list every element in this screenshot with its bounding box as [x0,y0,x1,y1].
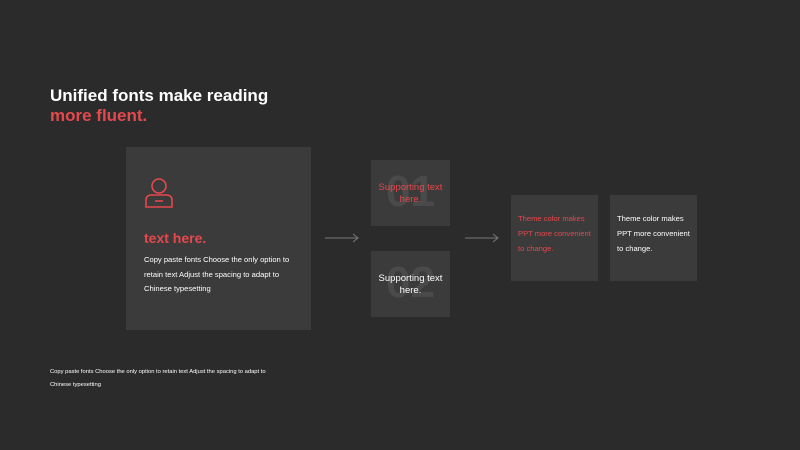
user-icon [145,178,173,208]
arrow-icon [325,233,359,243]
main-card-body: Copy paste fonts Choose the only option … [144,255,290,293]
footer-text: Copy paste fonts Choose the only option … [50,369,266,388]
arrow-icon [465,233,499,243]
supporting-card-2: 02 Supporting text here. [371,251,450,317]
main-card: text here. Copy paste fonts Choose the o… [126,147,311,330]
card-text: Supporting text here. [378,182,443,205]
card-text: Supporting text here. [378,273,443,296]
theme-card-text: Theme color makes PPT more convenient to… [518,214,591,253]
theme-card-1: Theme color makes PPT more convenient to… [511,195,598,281]
theme-card-text: Theme color makes PPT more convenient to… [617,214,690,253]
theme-card-2: Theme color makes PPT more convenient to… [610,195,697,281]
title-line-2: more fluent. [50,106,148,125]
slide-title: Unified fonts make reading more fluent. [50,86,268,126]
supporting-card-1: 01 Supporting text here. [371,160,450,226]
title-line-1: Unified fonts make reading [50,86,269,105]
main-card-heading: text here. [144,230,207,246]
